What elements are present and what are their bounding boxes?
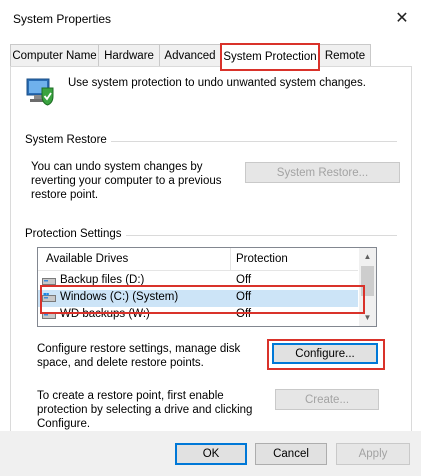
- tab-advanced[interactable]: Advanced: [159, 44, 221, 66]
- scroll-up-icon[interactable]: ▲: [359, 248, 376, 265]
- apply-button[interactable]: Apply: [336, 443, 410, 465]
- system-restore-description: You can undo system changes by reverting…: [31, 161, 222, 201]
- protection-settings-label: Protection Settings: [25, 228, 126, 240]
- configure-button[interactable]: Configure...: [272, 343, 378, 364]
- ok-button[interactable]: OK: [175, 443, 247, 465]
- tab-strip: Computer Name Hardware Advanced System P…: [10, 43, 410, 71]
- column-separator: [230, 248, 231, 270]
- tab-remote[interactable]: Remote: [319, 44, 371, 66]
- tab-system-protection[interactable]: System Protection: [220, 43, 320, 71]
- close-icon[interactable]: ✕: [392, 8, 412, 28]
- tab-computer-name[interactable]: Computer Name: [10, 44, 99, 66]
- system-restore-button[interactable]: System Restore...: [245, 162, 400, 183]
- tab-hardware[interactable]: Hardware: [98, 44, 160, 66]
- column-available-drives[interactable]: Available Drives: [46, 253, 128, 265]
- create-button[interactable]: Create...: [275, 389, 379, 410]
- window-title: System Properties: [13, 12, 112, 26]
- selected-drive-highlight: [40, 285, 365, 314]
- configure-description: Configure restore settings, manage disk …: [37, 343, 241, 369]
- column-protection[interactable]: Protection: [236, 253, 288, 265]
- system-restore-label: System Restore: [25, 134, 111, 146]
- header-description: Use system protection to undo unwanted s…: [68, 77, 366, 89]
- create-description: To create a restore point, first enable …: [37, 390, 253, 430]
- cancel-button[interactable]: Cancel: [255, 443, 327, 465]
- drive-list-header: Available Drives Protection: [38, 248, 358, 271]
- system-protection-icon: [25, 76, 55, 106]
